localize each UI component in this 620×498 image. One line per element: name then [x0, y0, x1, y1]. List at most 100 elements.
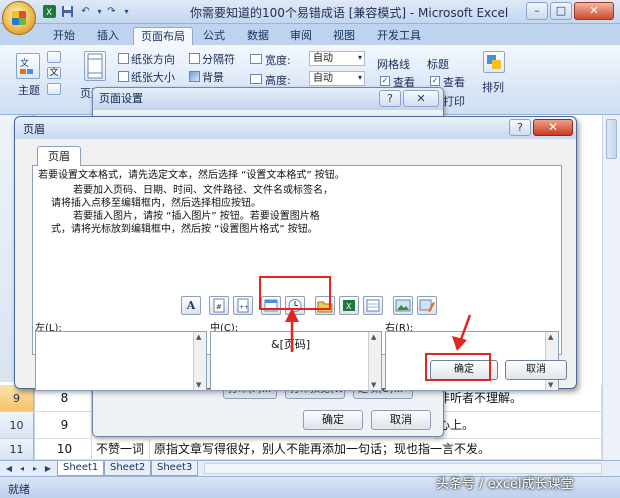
effects-icon[interactable] [47, 83, 61, 95]
fonts-icon[interactable]: 文 [47, 67, 61, 79]
background-button[interactable]: 背景 [202, 69, 224, 85]
insert-sheet-name-icon[interactable] [363, 296, 383, 315]
left-section-input[interactable]: ▲ ▼ [35, 331, 207, 391]
next-sheet-icon[interactable]: ▸ [29, 463, 41, 475]
row-header[interactable]: 11 [0, 439, 34, 460]
colors-icon[interactable] [47, 51, 61, 63]
page-setup-ok-button[interactable]: 确定 [303, 410, 363, 430]
prev-sheet-icon[interactable]: ◂ [16, 463, 28, 475]
headings-print-label[interactable]: 打印 [443, 93, 465, 109]
tab-view[interactable]: 视图 [326, 27, 362, 45]
save-icon[interactable] [60, 4, 75, 19]
tab-insert[interactable]: 插入 [90, 27, 126, 45]
center-section-scrollbar[interactable]: ▲ ▼ [368, 332, 381, 390]
height-icon [250, 74, 262, 84]
table-cell[interactable]: 不赞一词 [92, 439, 150, 460]
table-cell[interactable]: 9 [34, 412, 92, 439]
scroll-down-icon[interactable]: ▼ [548, 381, 553, 389]
instruction-line: 若要设置文本格式，请先选定文本，然后选择 “设置文本格式” 按钮。 [38, 170, 345, 181]
themes-icon[interactable]: 文 [16, 53, 40, 79]
last-sheet-icon[interactable]: ▶ [42, 463, 54, 475]
tab-formulas[interactable]: 公式 [196, 27, 232, 45]
insert-picture-icon[interactable] [393, 296, 413, 315]
format-text-icon[interactable]: A [181, 296, 201, 315]
watermark: 头条号 / excel成长课堂 [436, 477, 574, 492]
title-bar: X ↶ ▾ ↷ ▾ 你需要知道的100个易错成语 [兼容模式] - Micros… [0, 0, 620, 24]
center-section-text: &[页码] [271, 338, 311, 351]
orientation-button[interactable]: 纸张方向 [131, 51, 175, 67]
table-cell[interactable]: 原指文章写得很好，别人不能再添加一句话；现也指一言不发。 [150, 439, 602, 460]
orientation-icon [118, 53, 129, 64]
sheet-tab-2[interactable]: Sheet2 [104, 461, 152, 476]
close-window-button[interactable]: ✕ [574, 2, 614, 20]
width-label: 宽度: [265, 54, 291, 67]
instruction-line: 若要插入图片，请按 “插入图片” 按钮。若要设置图片格 [73, 211, 320, 222]
minimize-button[interactable]: – [526, 2, 548, 20]
sheet-tab-1[interactable]: Sheet1 [57, 461, 105, 476]
status-text: 就绪 [8, 483, 30, 496]
ribbon-tabs: 开始 插入 页面布局 公式 数据 审阅 视图 开发工具 [0, 24, 620, 45]
instruction-line: 式，请将光标放到编辑框中，然后按 “设置图片格式” 按钮。 [51, 224, 318, 235]
maximize-button[interactable]: □ [550, 2, 572, 20]
table-cell[interactable]: 10 [34, 439, 92, 460]
tab-review[interactable]: 审阅 [283, 27, 319, 45]
header-dialog: 页眉 ? ✕ 页眉 若要设置文本格式，请先选定文本，然后选择 “设置文本格式” … [14, 116, 577, 391]
insert-page-count-icon[interactable]: ++ [233, 296, 253, 315]
sheet-tab-3[interactable]: Sheet3 [151, 461, 199, 476]
margins-icon[interactable] [84, 51, 106, 81]
tab-page-layout[interactable]: 页面布局 [133, 27, 193, 45]
tab-data[interactable]: 数据 [240, 27, 276, 45]
width-dropdown-icon[interactable]: ▾ [358, 53, 362, 62]
first-sheet-icon[interactable]: ◀ [3, 463, 15, 475]
table-cell[interactable]: 心上。 [434, 412, 602, 439]
headings-view-checkbox[interactable]: ✓ [430, 76, 440, 86]
breaks-button[interactable]: 分隔符 [202, 51, 235, 67]
undo-icon[interactable]: ↶ [78, 4, 93, 19]
insert-file-name-icon[interactable]: X [339, 296, 359, 315]
row-header[interactable]: 9 [0, 385, 34, 412]
redo-icon[interactable]: ↷ [104, 4, 119, 19]
arrange-icon[interactable] [483, 51, 505, 73]
scroll-up-icon[interactable]: ▲ [371, 333, 376, 341]
format-picture-icon[interactable] [417, 296, 437, 315]
tab-header[interactable]: 页眉 [37, 146, 81, 166]
width-select[interactable]: 自动 [309, 51, 365, 66]
gridlines-view-checkbox[interactable]: ✓ [380, 76, 390, 86]
svg-text:文: 文 [20, 57, 29, 69]
scroll-thumb[interactable] [606, 119, 617, 159]
tab-home[interactable]: 开始 [46, 27, 82, 45]
background-icon [189, 71, 200, 82]
instruction-line: 请将插入点移至编辑框内，然后选择相应按钮。 [51, 198, 261, 209]
scroll-up-icon[interactable]: ▲ [196, 333, 201, 341]
office-button[interactable] [2, 1, 36, 35]
tab-developer[interactable]: 开发工具 [370, 27, 428, 45]
page-setup-close-button[interactable]: ✕ [403, 90, 439, 107]
size-button[interactable]: 纸张大小 [131, 69, 175, 85]
height-select[interactable]: 自动 [309, 71, 365, 86]
row-header[interactable]: 10 [0, 412, 34, 439]
scroll-down-icon[interactable]: ▼ [196, 381, 201, 389]
arrange-label[interactable]: 排列 [482, 79, 504, 95]
scroll-up-icon[interactable]: ▲ [548, 333, 553, 341]
quick-access-dropdown-icon[interactable]: ▾ [119, 4, 134, 19]
height-dropdown-icon[interactable]: ▾ [358, 73, 362, 82]
headings-view-label[interactable]: 查看 [443, 74, 465, 90]
header-cancel-button[interactable]: 取消 [505, 360, 567, 380]
header-dialog-titlebar: 页眉 ? ✕ [15, 117, 576, 139]
left-section-scrollbar[interactable]: ▲ ▼ [193, 332, 206, 390]
excel-icon: X [42, 4, 57, 19]
center-section-input[interactable]: &[页码] ▲ ▼ [210, 331, 382, 391]
header-panel: 若要设置文本格式，请先选定文本，然后选择 “设置文本格式” 按钮。 若要加入页码… [32, 165, 562, 391]
header-help-button[interactable]: ? [509, 119, 531, 136]
office-logo-icon [12, 11, 26, 25]
page-setup-help-button[interactable]: ? [379, 90, 401, 107]
header-dialog-title: 页眉 [23, 123, 45, 136]
header-close-button[interactable]: ✕ [533, 119, 573, 136]
insert-page-number-icon[interactable]: # [209, 296, 229, 315]
annotation-highlight-center [259, 276, 331, 310]
vertical-scrollbar[interactable] [602, 115, 620, 460]
page-setup-cancel-button[interactable]: 取消 [371, 410, 431, 430]
themes-label[interactable]: 主题 [18, 82, 40, 98]
scroll-down-icon[interactable]: ▼ [371, 381, 376, 389]
breaks-icon [189, 53, 200, 64]
